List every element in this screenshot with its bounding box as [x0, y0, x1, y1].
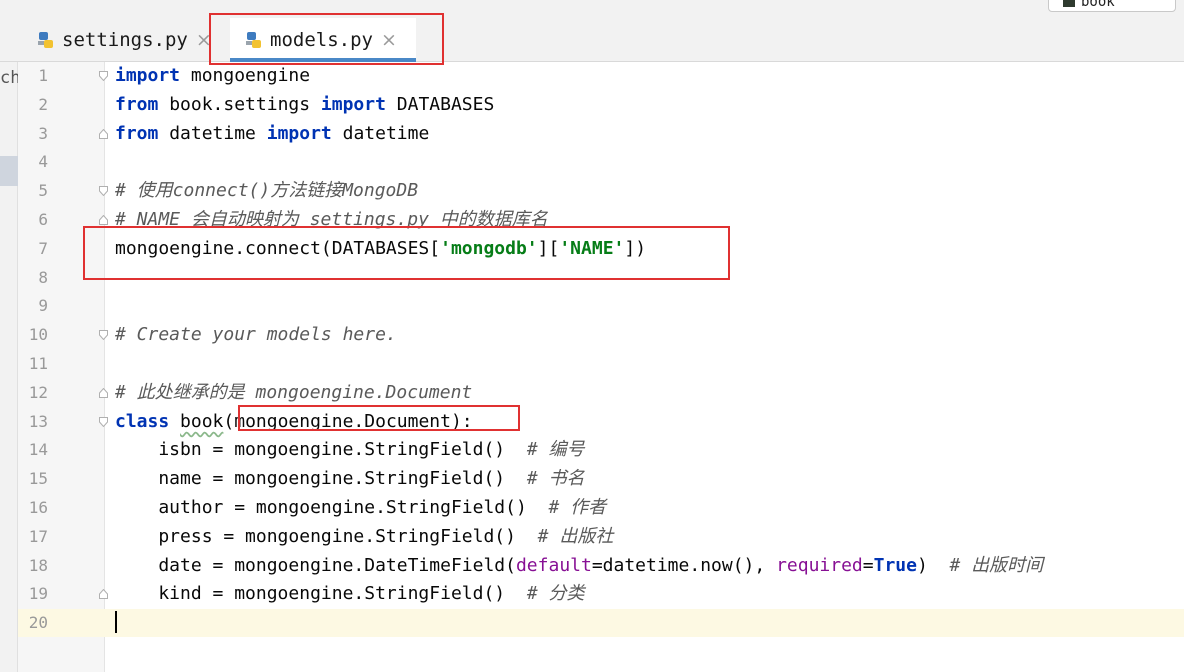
code-text: )	[916, 555, 950, 576]
code-text: book.settings	[158, 94, 321, 115]
line-number: 4	[38, 152, 48, 171]
line-number: 5	[38, 181, 48, 200]
code-text: name = mongoengine.StringField()	[115, 468, 527, 489]
tab-label: settings.py	[62, 29, 188, 51]
current-line-highlight	[105, 609, 1184, 637]
line-number: 2	[38, 95, 48, 114]
fold-end-icon[interactable]	[99, 589, 108, 599]
code-text: =datetime.now(),	[591, 555, 777, 576]
code-line[interactable]: name = mongoengine.StringField() # 书名	[115, 465, 585, 494]
line-number: 6	[38, 210, 48, 229]
code-line[interactable]: kind = mongoengine.StringField() # 分类	[115, 580, 585, 609]
code-text: mongoengine	[180, 65, 311, 86]
top-toolbar: book	[0, 0, 1184, 18]
code-line[interactable]: from datetime import datetime	[115, 120, 429, 149]
line-number: 14	[28, 440, 48, 459]
code-comment[interactable]: # 此处继承的是 mongoengine.Document	[115, 379, 472, 408]
line-number: 18	[28, 556, 48, 575]
code-text: datetime	[331, 123, 430, 144]
code-line[interactable]: author = mongoengine.StringField() # 作者	[115, 494, 606, 523]
code-text: isbn = mongoengine.StringField()	[115, 439, 527, 460]
fold-end-icon[interactable]	[99, 215, 108, 225]
code-text: =	[862, 555, 874, 576]
keyword: import	[266, 123, 332, 144]
code-comment[interactable]: # 使用connect()方法链接MongoDB	[115, 177, 418, 206]
inline-comment: # 书名	[526, 468, 585, 489]
code-comment[interactable]: # Create your models here.	[115, 321, 397, 350]
editor-tab-bar: settings.py × models.py ×	[0, 18, 1184, 62]
code-text: press = mongoengine.StringField()	[115, 526, 538, 547]
keyword: import	[115, 65, 181, 86]
code-text: kind = mongoengine.StringField()	[115, 583, 527, 604]
inline-comment: # 出版社	[537, 526, 614, 547]
keyword: from	[115, 94, 159, 115]
project-panel-edge[interactable]: ch	[0, 62, 18, 672]
fold-icon[interactable]	[99, 186, 108, 196]
code-text: author = mongoengine.StringField()	[115, 497, 549, 518]
line-number: 13	[28, 412, 48, 431]
param-name: required	[776, 555, 863, 576]
line-number: 8	[38, 268, 48, 287]
code-line[interactable]: import mongoengine	[115, 62, 310, 91]
project-panel-selection	[0, 156, 18, 186]
fold-icon[interactable]	[99, 417, 108, 427]
line-number: 15	[28, 469, 48, 488]
line-number: 11	[28, 354, 48, 373]
text-caret	[115, 611, 117, 633]
keyword: from	[115, 123, 159, 144]
class-name: book	[180, 411, 224, 432]
run-config-button[interactable]: book	[1048, 0, 1176, 12]
inline-comment: # 编号	[526, 439, 585, 460]
line-number: 3	[38, 124, 48, 143]
tab-settings-py[interactable]: settings.py ×	[36, 18, 212, 62]
code-line[interactable]: isbn = mongoengine.StringField() # 编号	[115, 436, 585, 465]
run-config-icon	[1063, 0, 1075, 7]
keyword: True	[873, 555, 917, 576]
code-text: datetime	[158, 123, 267, 144]
keyword: class	[115, 411, 170, 432]
line-number: 12	[28, 383, 48, 402]
line-number: 10	[28, 325, 48, 344]
highlight-box-document	[238, 405, 520, 431]
line-number: 9	[38, 296, 48, 315]
code-line[interactable]: from book.settings import DATABASES	[115, 91, 494, 120]
line-number: 17	[28, 527, 48, 546]
project-panel-text: ch	[0, 68, 18, 88]
line-number: 16	[28, 498, 48, 517]
code-text: date = mongoengine.DateTimeField(	[115, 555, 516, 576]
line-number: 19	[28, 584, 48, 603]
fold-icon[interactable]	[99, 330, 108, 340]
inline-comment: # 出版时间	[949, 555, 1044, 576]
inline-comment: # 作者	[548, 497, 607, 518]
fold-end-icon[interactable]	[99, 129, 108, 139]
fold-end-icon[interactable]	[99, 388, 108, 398]
param-name: default	[515, 555, 592, 576]
fold-icon[interactable]	[99, 71, 108, 81]
highlight-box-models-tab	[209, 13, 444, 65]
code-line[interactable]: date = mongoengine.DateTimeField(default…	[115, 552, 1043, 581]
line-number: 1	[38, 66, 48, 85]
inline-comment: # 分类	[526, 583, 585, 604]
code-text: DATABASES	[385, 94, 495, 115]
code-line[interactable]: press = mongoengine.StringField() # 出版社	[115, 523, 613, 552]
keyword: import	[320, 94, 386, 115]
line-number: 20	[28, 613, 48, 632]
line-number: 7	[38, 239, 48, 258]
highlight-box-connect	[83, 226, 730, 280]
run-config-label: book	[1081, 0, 1115, 10]
python-file-icon	[38, 32, 53, 48]
